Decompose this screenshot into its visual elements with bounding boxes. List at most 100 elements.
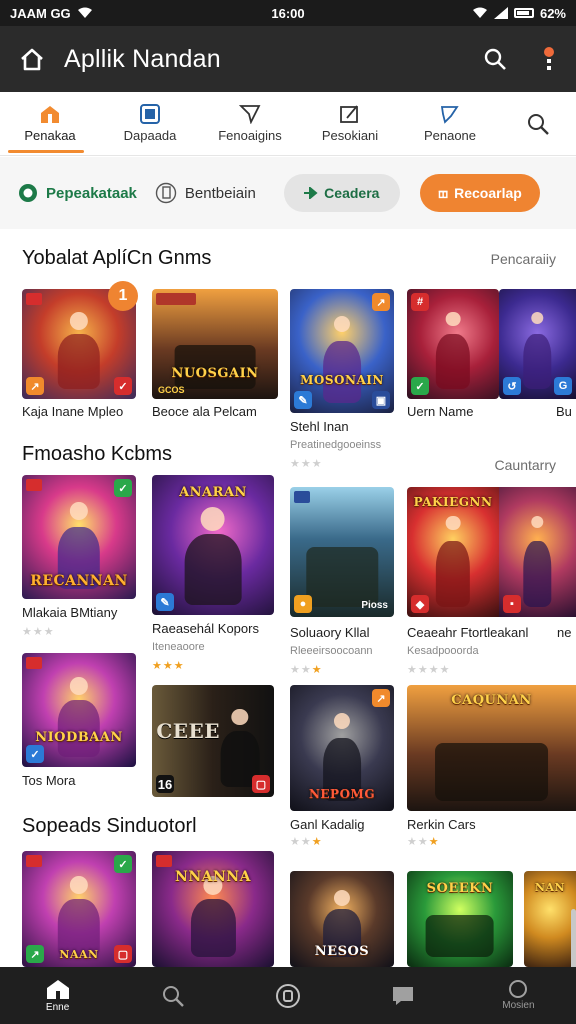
app-card[interactable]: SOEEKN xyxy=(407,871,513,967)
app-logo-text: PAKIEGNN xyxy=(413,495,493,509)
tab-penakaa[interactable]: Penakaa xyxy=(0,92,100,155)
tab-dapaada[interactable]: Dapaada xyxy=(100,92,200,155)
app-thumbnail: CAQUNAN xyxy=(407,685,576,811)
bottom-navigation: Enne Mosien xyxy=(0,967,576,1024)
app-name: Beoce ala Pelcam xyxy=(152,404,257,419)
section-see-more-link[interactable]: Pencaraiiy xyxy=(491,251,556,267)
age-rating-badge: 16 xyxy=(156,775,174,793)
scrollbar[interactable] xyxy=(571,909,576,967)
shop-icon: ▢ xyxy=(252,775,270,793)
app-name: Bu xyxy=(556,404,572,419)
platform-icon: ▣ xyxy=(372,391,390,409)
app-logo-text: ANARAN xyxy=(179,485,247,500)
app-card[interactable]: NNANNA xyxy=(152,851,274,967)
app-list-content: Yobalat AplíCn Gnms Pencaraiiy ↗ ✓ 1 Ka… xyxy=(0,229,576,967)
app-title: Apllik Nandan xyxy=(64,44,221,73)
tab-pesokiani[interactable]: Pesokiani xyxy=(300,92,400,155)
genre-icon: ↺ xyxy=(503,377,521,395)
app-card[interactable]: ↺ G Bu xyxy=(499,289,576,429)
shop-icon: ▢ xyxy=(114,945,132,963)
app-card[interactable]: ANARAN ✎ Raeasehál Kopors Iteneaoore ★★… xyxy=(152,475,274,675)
genre-icon: ✓ xyxy=(26,745,44,763)
app-thumbnail: SOEEKN xyxy=(407,871,513,967)
library-nav-icon xyxy=(276,983,300,1008)
tab-label: Fenoaigins xyxy=(218,128,282,143)
wifi-signal-icon xyxy=(472,7,487,18)
app-thumbnail: ✓ NAAN ↗ ▢ xyxy=(22,851,136,967)
nav-home[interactable]: Enne xyxy=(0,967,115,1024)
nav-library[interactable] xyxy=(230,967,345,1024)
tab-label: Pesokiani xyxy=(321,128,379,143)
rank-badge: 1 xyxy=(108,281,138,311)
genre-icon: ◆ xyxy=(411,595,429,613)
tab-penaone[interactable]: Penaone xyxy=(400,92,500,155)
nav-profile[interactable]: Mosien xyxy=(461,967,576,1024)
app-card[interactable]: ● Pioss Soluaory Kllal Rleeeirsoocoann ★… xyxy=(290,487,394,687)
app-logo-text: NIODBAAN xyxy=(35,730,123,745)
home-button[interactable] xyxy=(0,26,64,92)
app-card[interactable]: CEEE 16 ▢ xyxy=(152,685,274,805)
secondary-link-label: Bentbeiain xyxy=(184,184,256,202)
grid-tab-icon xyxy=(139,104,161,124)
secondary-link[interactable]: Bentbeiain xyxy=(155,182,256,204)
section-see-more-link[interactable]: Cauntarry xyxy=(495,457,556,473)
app-logo-text: CEEE xyxy=(156,719,220,743)
search-icon xyxy=(528,113,549,135)
app-card[interactable]: PAKIEGNN ◆ Ceaeahr Ftortleakanl Kesadpoo… xyxy=(407,487,528,687)
app-developer: Kesadpooorda xyxy=(407,645,479,657)
app-card[interactable]: # ✓ Uern Name xyxy=(407,289,499,429)
genre-icon: ✎ xyxy=(294,391,312,409)
app-logo-text: CAQUNAN xyxy=(451,693,532,708)
section-title: Sopeads Sinduotorl xyxy=(22,815,197,837)
app-logo-subtext: GCOS xyxy=(158,385,185,395)
app-bar: Apllik Nandan xyxy=(0,26,576,92)
platform-icon: G xyxy=(554,377,572,395)
app-logo-subtext: Pioss xyxy=(361,600,388,611)
app-thumbnail: # ✓ xyxy=(407,289,499,399)
recoarlap-button[interactable]: Recoarlap xyxy=(419,174,540,212)
tag-tab-icon xyxy=(439,104,461,124)
app-card[interactable]: NIODBAAN ✓ Tos Mora xyxy=(22,653,136,793)
battery-level: 62% xyxy=(539,5,566,21)
app-logo-text: NUOSGAIN xyxy=(171,366,259,381)
app-logo-text: SOEEKN xyxy=(426,881,494,896)
action-bar: Pepeakataak Bentbeiain Ceadera Recoarlap xyxy=(0,157,576,229)
app-thumbnail: ▪ xyxy=(499,487,576,617)
app-developer: Rleeeirsoocoann xyxy=(290,645,373,657)
app-card[interactable]: ↗ ✓ 1 Kaja Inane Mpleo xyxy=(22,281,138,429)
app-card[interactable]: NESOS xyxy=(290,871,394,967)
shield-check-icon xyxy=(19,184,37,202)
ceadera-label: Ceadera xyxy=(324,185,380,201)
genre-icon: ↗ xyxy=(26,377,44,395)
search-button[interactable] xyxy=(468,26,522,92)
bookmark-icon xyxy=(155,182,177,204)
app-thumbnail: NAN xyxy=(524,871,576,967)
rating-stars: ★★★ xyxy=(290,664,323,676)
wifi-icon xyxy=(77,7,92,18)
profile-nav-icon xyxy=(509,980,528,998)
ceadera-button[interactable]: Ceadera xyxy=(283,174,400,212)
nav-label: Mosien xyxy=(502,1000,535,1011)
nav-search[interactable] xyxy=(115,967,230,1024)
nav-label: Enne xyxy=(45,1002,70,1013)
tab-fenoaigins[interactable]: Fenoaigins xyxy=(200,92,300,155)
genre-icon: ↗ xyxy=(26,945,44,963)
app-name: Soluaory Kllal xyxy=(290,625,370,640)
app-card[interactable]: NUOSGAIN GCOS Beoce ala Pelcam xyxy=(152,289,278,429)
app-card[interactable]: NAN xyxy=(524,871,576,967)
tab-search-button[interactable] xyxy=(500,92,576,155)
notification-button[interactable] xyxy=(522,26,576,92)
primary-link[interactable]: Pepeakataak xyxy=(18,183,137,203)
app-logo-text: MOSONAIN xyxy=(300,373,384,387)
app-thumbnail: ANARAN ✎ xyxy=(152,475,274,615)
app-card[interactable]: ✓ NAAN ↗ ▢ xyxy=(22,851,136,967)
app-card[interactable]: ▪ ne xyxy=(499,487,576,687)
nav-chat[interactable] xyxy=(346,967,461,1024)
search-nav-icon xyxy=(162,985,184,1007)
recoarlap-label: Recoarlap xyxy=(454,185,522,201)
app-thumbnail: PAKIEGNN ◆ xyxy=(407,487,499,617)
app-developer: Iteneaoore xyxy=(152,641,205,653)
app-card[interactable]: ✓ RECANNAN Mlakaia BMtiany ★★★ xyxy=(22,475,136,645)
section-header: Fmoasho Kcbms Cauntarry xyxy=(22,443,556,473)
app-logo-text: NNANNA xyxy=(175,869,251,885)
